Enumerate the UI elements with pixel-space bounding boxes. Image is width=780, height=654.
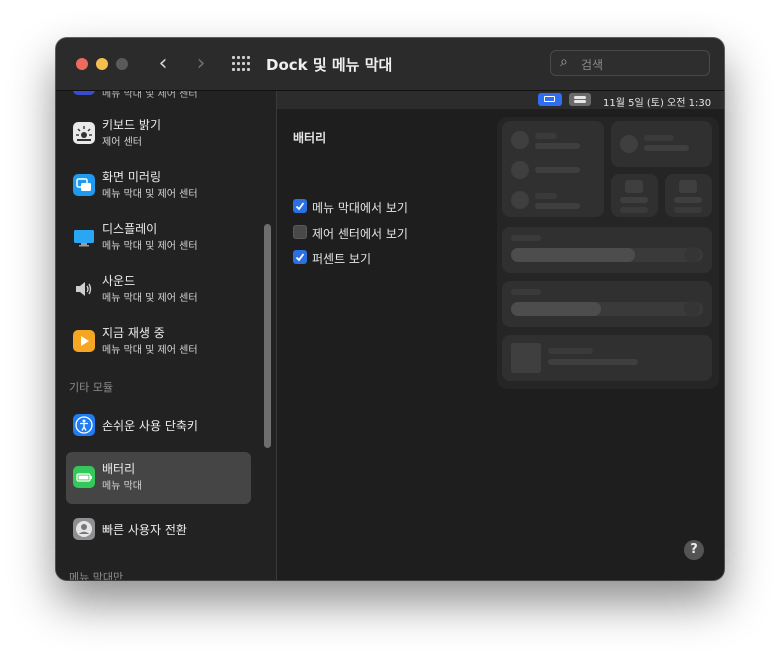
sidebar-item-subtitle: 메뉴 막대 및 제어 센터 xyxy=(102,241,198,252)
accessibility-icon xyxy=(73,414,95,436)
sidebar-item-title: 디스플레이 xyxy=(102,222,158,236)
search-field[interactable]: ⌕ 검색 xyxy=(550,50,710,76)
sidebar: 메뉴 막대 및 제어 센터 키보드 밝기 제어 센터 화면 미러링 메뉴 막대 … xyxy=(56,91,276,580)
sound-icon xyxy=(73,278,95,300)
now-playing-icon xyxy=(73,330,95,352)
sidebar-item-title: 사운드 xyxy=(102,274,136,288)
sidebar-section-menubar-only: 메뉴 막대만 xyxy=(69,571,124,580)
sidebar-item-screen-mirroring[interactable]: 화면 미러링 메뉴 막대 및 제어 센터 xyxy=(66,160,251,212)
display-icon xyxy=(73,226,95,248)
menubar-preview-strip: 11월 5일 (토) 오전 1:30 xyxy=(277,91,724,109)
sidebar-item-title: 배터리 xyxy=(102,462,136,476)
close-window-button[interactable] xyxy=(76,58,88,70)
checkbox-show-in-menubar[interactable] xyxy=(293,199,307,213)
sidebar-item-title: 화면 미러링 xyxy=(102,170,162,184)
zoom-window-button[interactable] xyxy=(116,58,128,70)
preview-card xyxy=(502,281,712,327)
checkbox-show-in-control-center[interactable] xyxy=(293,225,307,239)
sidebar-item-subtitle: 메뉴 막대 xyxy=(102,481,142,492)
sidebar-item-subtitle: 메뉴 막대 및 제어 센터 xyxy=(102,189,198,200)
preview-card xyxy=(611,121,712,167)
preview-card xyxy=(502,227,712,273)
sidebar-item-subtitle: 메뉴 막대 및 제어 센터 xyxy=(102,345,198,356)
battery-settings-pane: 11월 5일 (토) 오전 1:30 배터리 메뉴 막대에서 보기 제어 센터에… xyxy=(277,91,724,580)
checkbox-label[interactable]: 제어 센터에서 보기 xyxy=(312,225,408,242)
sidebar-partial-item: 메뉴 막대 및 제어 센터 xyxy=(102,91,198,100)
sidebar-item-fast-user-switching[interactable]: 빠른 사용자 전환 xyxy=(66,504,251,556)
user-switch-icon xyxy=(73,518,95,540)
sidebar-item-sound[interactable]: 사운드 메뉴 막대 및 제어 센터 xyxy=(66,264,251,316)
preview-card xyxy=(611,174,658,217)
back-chevron-icon[interactable]: ‹ xyxy=(153,53,173,75)
preview-card xyxy=(502,121,604,217)
battery-icon xyxy=(73,466,95,488)
sidebar-item-accessibility-shortcut[interactable]: 손쉬운 사용 단축키 xyxy=(66,400,251,452)
forward-chevron-icon[interactable]: › xyxy=(191,53,211,75)
window-title: Dock 및 메뉴 막대 xyxy=(266,56,393,74)
preview-card xyxy=(502,335,712,381)
sidebar-scroll-thumb[interactable] xyxy=(264,224,271,448)
sidebar-item-battery[interactable]: 배터리 메뉴 막대 xyxy=(66,452,251,504)
settings-window: ‹ › Dock 및 메뉴 막대 ⌕ 검색 메뉴 막대 및 제어 센터 키보드 … xyxy=(56,38,724,580)
screen-mirroring-icon xyxy=(73,174,95,196)
sidebar-item-subtitle: 제어 센터 xyxy=(102,137,142,148)
search-icon: ⌕ xyxy=(560,54,568,70)
checkbox-show-percentage[interactable] xyxy=(293,250,307,264)
control-center-preview xyxy=(497,117,719,389)
sidebar-section-other: 기타 모듈 xyxy=(69,381,113,394)
sidebar-item-title: 키보드 밝기 xyxy=(102,118,162,132)
sidebar-item-now-playing[interactable]: 지금 재생 중 메뉴 막대 및 제어 센터 xyxy=(66,316,251,368)
checkbox-label[interactable]: 메뉴 막대에서 보기 xyxy=(312,199,408,216)
sidebar-item-display[interactable]: 디스플레이 메뉴 막대 및 제어 센터 xyxy=(66,212,251,264)
section-heading: 배터리 xyxy=(293,131,327,145)
partial-item-icon xyxy=(73,91,95,95)
sidebar-item-title: 지금 재생 중 xyxy=(102,326,165,340)
titlebar: ‹ › Dock 및 메뉴 막대 ⌕ 검색 xyxy=(56,38,724,91)
preview-card xyxy=(665,174,712,217)
sidebar-item-keyboard-brightness[interactable]: 키보드 밝기 제어 센터 xyxy=(66,108,251,160)
sidebar-item-title: 손쉬운 사용 단축키 xyxy=(102,419,198,433)
sidebar-item-title: 빠른 사용자 전환 xyxy=(102,523,187,537)
checkbox-label[interactable]: 퍼센트 보기 xyxy=(312,250,371,267)
menubar-control-center-icon xyxy=(569,93,591,106)
minimize-window-button[interactable] xyxy=(96,58,108,70)
menubar-clock: 11월 5일 (토) 오전 1:30 xyxy=(603,98,712,109)
help-button[interactable]: ? xyxy=(684,540,704,560)
sidebar-item-subtitle: 메뉴 막대 및 제어 센터 xyxy=(102,293,198,304)
search-placeholder: 검색 xyxy=(581,58,604,72)
keyboard-brightness-icon xyxy=(73,122,95,144)
menubar-battery-icon xyxy=(538,93,562,106)
show-all-grid-icon[interactable] xyxy=(232,56,250,72)
